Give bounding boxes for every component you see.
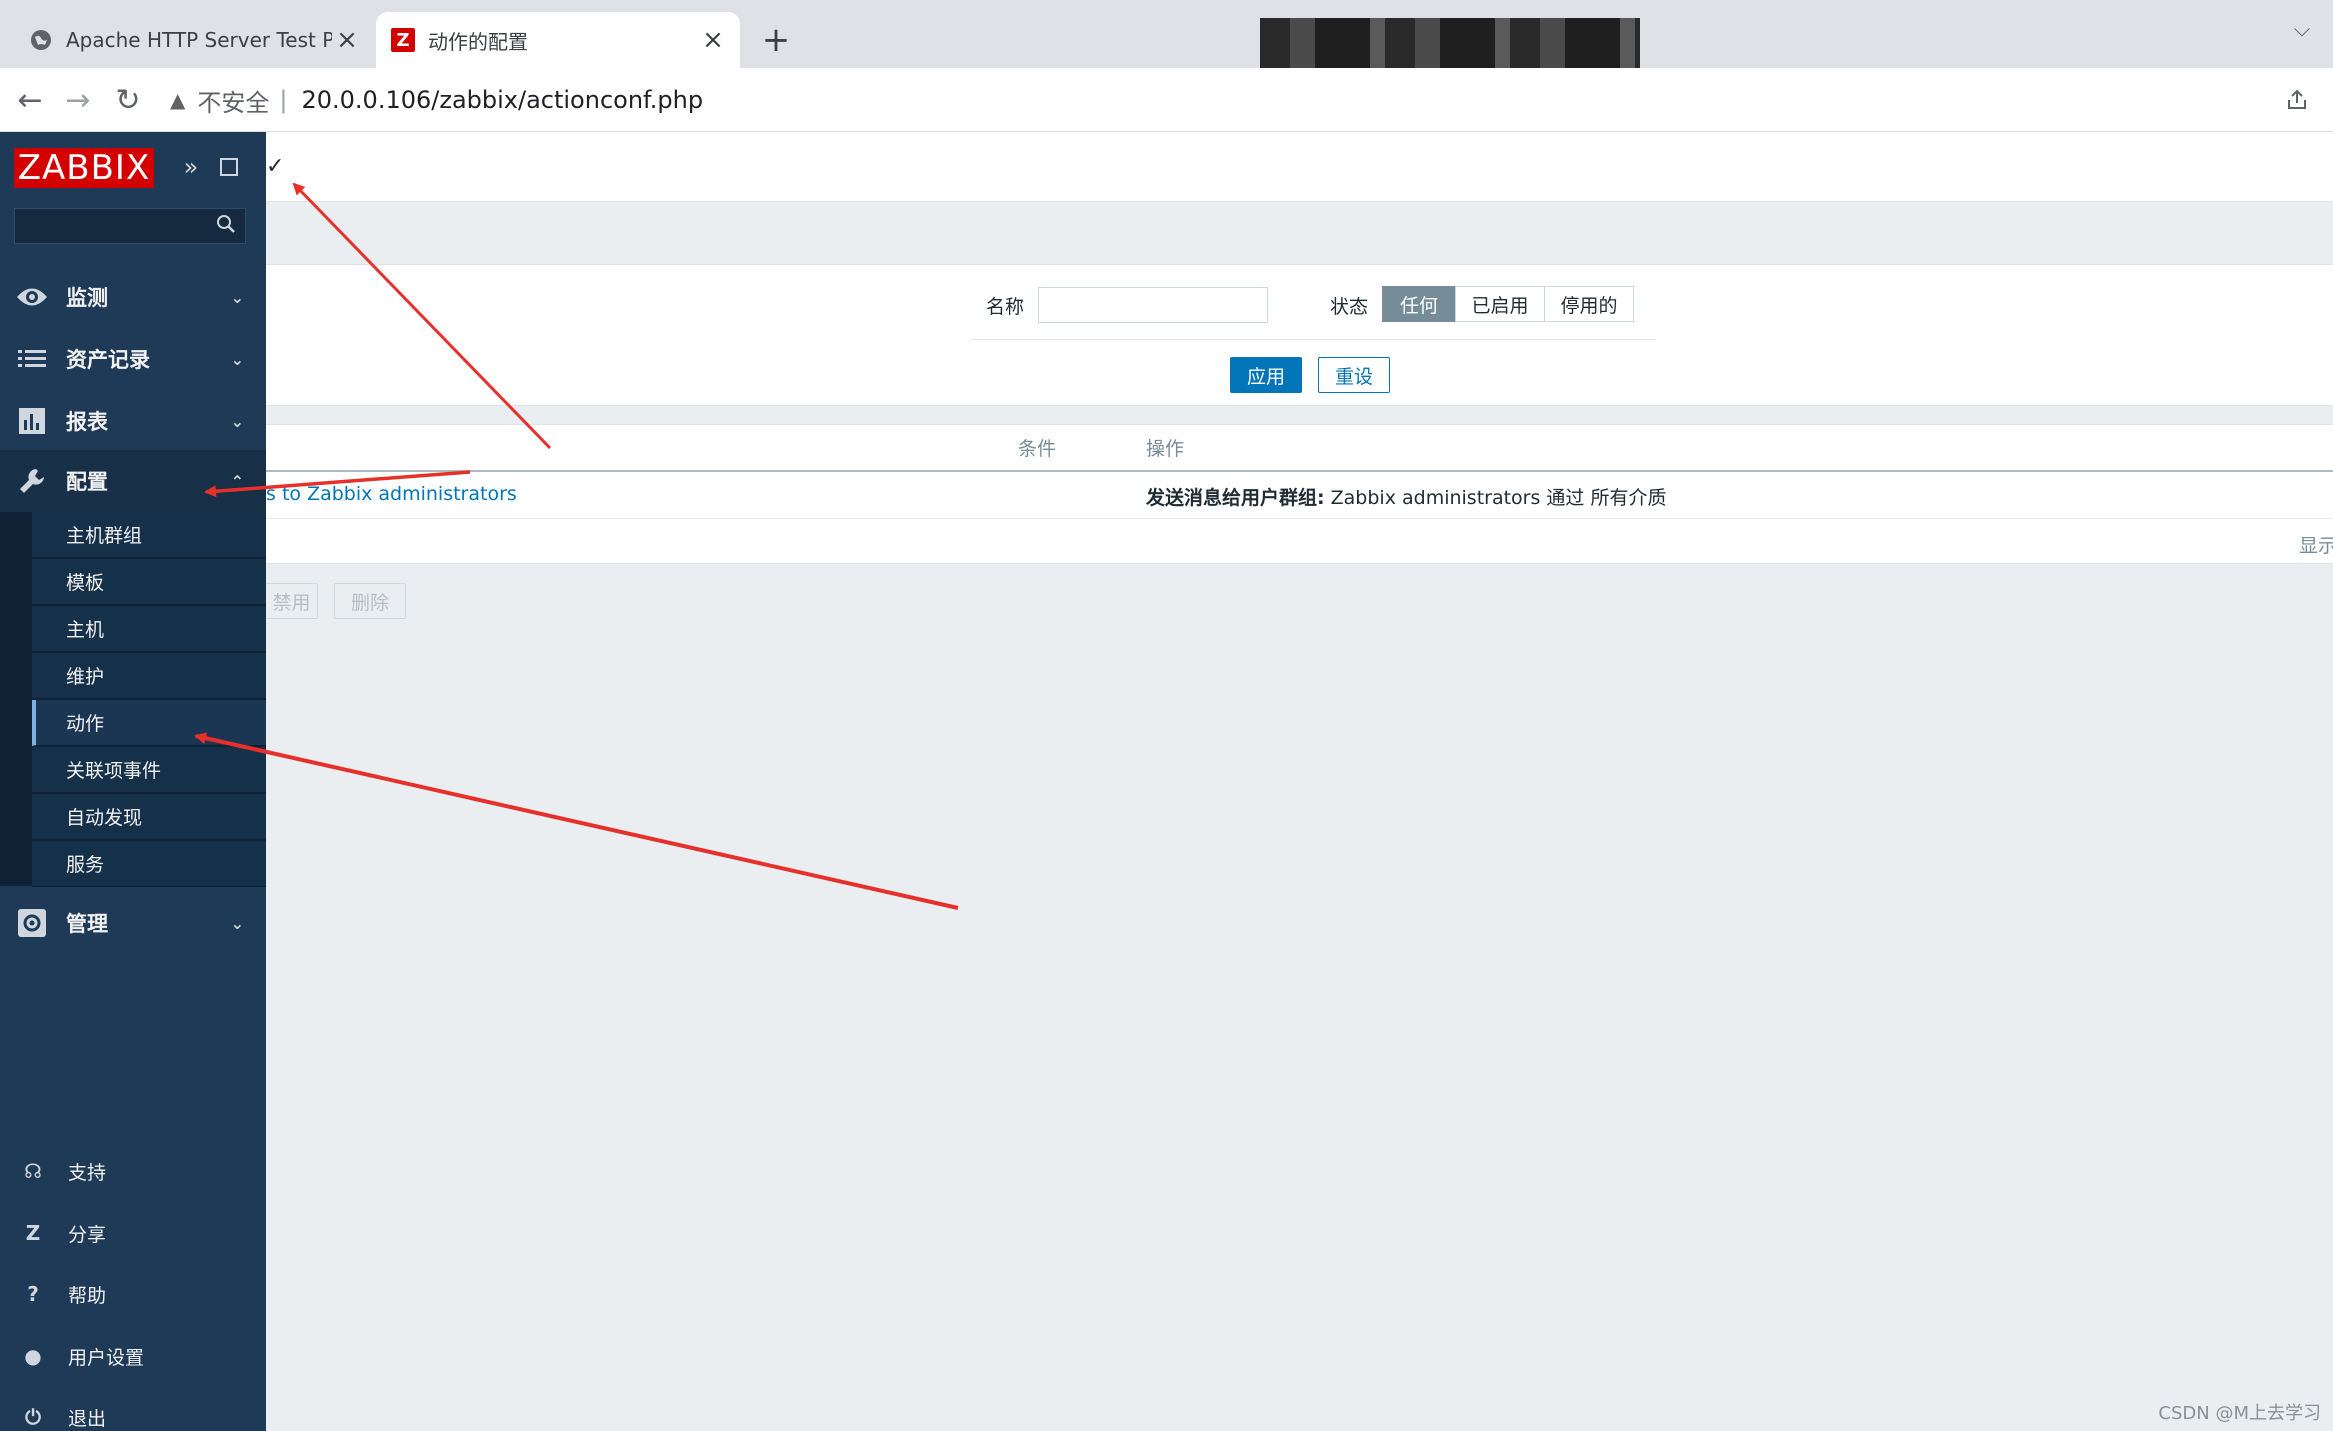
operations-label: 发送消息给用户群组:	[1146, 487, 1325, 509]
power-icon: ⏻	[25, 1405, 41, 1429]
collapse-sidebar-icon[interactable]: »	[176, 152, 206, 182]
menu-label: 监测	[66, 286, 108, 310]
action-operations-cell: 发送消息给用户群组: Zabbix administrators 通过 所有介质	[1146, 483, 1666, 510]
submenu-item-hosts[interactable]: 主机	[32, 606, 266, 652]
submenu-item-templates[interactable]: 模板	[32, 559, 266, 605]
filter-status-label: 状态	[1330, 296, 1369, 318]
menu-reports[interactable]: 报表 ⌄	[0, 390, 266, 452]
footer-signout[interactable]: ⏻ 退出	[0, 1392, 266, 1431]
menu-label: 报表	[66, 410, 108, 434]
bar-chart-icon	[16, 405, 48, 437]
menu-label: 配置	[66, 470, 108, 494]
display-count-text: 显示	[2299, 535, 2333, 557]
status-disabled-option[interactable]: 停用的	[1544, 286, 1634, 322]
gear-icon	[16, 907, 48, 939]
title-dropdown-icon[interactable]: ✓	[266, 154, 284, 179]
footer-label: 帮助	[68, 1284, 107, 1307]
close-tab-icon[interactable]: ×	[332, 25, 362, 55]
footer-label: 用户设置	[68, 1346, 145, 1369]
column-header-operations: 操作	[1146, 438, 1185, 460]
watermark: CSDN @M上去学习	[2158, 1403, 2321, 1424]
submenu-item-event-correlation[interactable]: 关联项事件	[32, 747, 266, 793]
table-row-divider	[266, 518, 2333, 519]
list-icon	[16, 343, 48, 375]
menu-label: 资产记录	[66, 348, 150, 372]
warning-icon: ▲	[170, 88, 186, 112]
filter-name-input[interactable]	[1038, 287, 1268, 323]
chevron-down-icon: ⌄	[230, 349, 244, 369]
filter-name-label: 名称	[986, 296, 1025, 318]
submenu-item-discovery[interactable]: 自动发现	[32, 794, 266, 840]
submenu-item-host-groups[interactable]: 主机群组	[32, 512, 266, 558]
headset-icon: ☊	[24, 1159, 42, 1183]
status-enabled-option[interactable]: 已启用	[1455, 286, 1545, 322]
share-z-icon: Z	[25, 1221, 41, 1245]
share-icon[interactable]	[2279, 82, 2315, 118]
apply-button[interactable]: 应用	[1230, 357, 1302, 393]
footer-label: 分享	[68, 1223, 107, 1246]
footer-share[interactable]: Z 分享	[0, 1208, 266, 1258]
tab-title: Apache HTTP Server Test Page	[66, 28, 332, 52]
chevron-down-icon: ⌄	[230, 287, 244, 307]
submenu-item-actions[interactable]: 动作	[32, 700, 266, 746]
menu-monitoring[interactable]: 监测 ⌄	[0, 266, 266, 328]
column-header-conditions[interactable]: 条件	[1018, 434, 1056, 461]
kiosk-mode-icon[interactable]	[214, 152, 244, 182]
menu-configuration[interactable]: 配置 ⌃	[0, 450, 266, 512]
tab-title: 动作的配置	[428, 29, 528, 54]
search-icon[interactable]	[215, 213, 237, 241]
address-bar[interactable]: ▲ 不安全 | 20.0.0.106/zabbix/actionconf.php	[170, 76, 2280, 124]
close-tab-icon[interactable]: ×	[698, 25, 728, 55]
browser-toolbar: ← → ↻ ▲ 不安全 | 20.0.0.106/zabbix/actionco…	[0, 68, 2333, 132]
menu-label: 管理	[66, 912, 108, 936]
sidebar-search-input[interactable]	[14, 208, 246, 244]
forward-icon[interactable]: →	[58, 80, 98, 120]
globe-icon	[28, 27, 54, 53]
page-header: ✓	[266, 132, 2333, 202]
zabbix-logo[interactable]: ZABBIX	[14, 148, 154, 188]
help-icon: ?	[27, 1282, 39, 1306]
submenu-item-services[interactable]: 服务	[32, 841, 266, 887]
chevron-down-icon: ⌄	[230, 411, 244, 431]
footer-label: 退出	[68, 1407, 107, 1430]
table-header-divider	[266, 470, 2333, 472]
tab-apache[interactable]: Apache HTTP Server Test Page ×	[14, 12, 374, 68]
back-icon[interactable]: ←	[10, 80, 50, 120]
wrench-icon	[16, 465, 48, 497]
action-name-link[interactable]: s to Zabbix administrators	[266, 483, 517, 505]
submenu-item-maintenance[interactable]: 维护	[32, 653, 266, 699]
footer-help[interactable]: ? 帮助	[0, 1269, 266, 1319]
tab-action-config[interactable]: Z 动作的配置 ×	[376, 12, 740, 68]
eye-icon	[16, 281, 48, 313]
zabbix-favicon-icon: Z	[390, 27, 416, 53]
menu-inventory[interactable]: 资产记录 ⌄	[0, 328, 266, 390]
new-tab-button[interactable]: +	[758, 20, 794, 60]
footer-label: 支持	[68, 1161, 107, 1184]
chevron-down-icon: ⌄	[230, 913, 244, 933]
reload-icon[interactable]: ↻	[108, 80, 148, 120]
main-content: ✓ 名称 状态 任何 已启用 停用的 应用 重设 条件 操作 s to Zabb…	[266, 132, 2333, 1431]
disable-button[interactable]: 禁用	[266, 583, 318, 619]
filter-divider	[972, 339, 1656, 340]
status-any-option[interactable]: 任何	[1382, 286, 1456, 322]
delete-button[interactable]: 删除	[334, 583, 406, 619]
security-label[interactable]: 不安全	[197, 83, 269, 118]
sidebar: ZABBIX » 监测 ⌄ 资产记录 ⌄ 报表 ⌄ 配置 ⌃ 主机群组 模板 主…	[0, 132, 266, 1431]
reset-button[interactable]: 重设	[1318, 357, 1390, 393]
footer-user-settings[interactable]: ● 用户设置	[0, 1331, 266, 1381]
menu-administration[interactable]: 管理 ⌄	[0, 892, 266, 954]
configuration-submenu: 主机群组 模板 主机 维护 动作 关联项事件 自动发现 服务	[0, 512, 266, 887]
chevron-up-icon: ⌃	[230, 471, 244, 491]
browser-tab-bar: Apache HTTP Server Test Page × Z 动作的配置 ×…	[0, 0, 2333, 80]
address-separator: |	[279, 86, 288, 114]
footer-support[interactable]: ☊ 支持	[0, 1146, 266, 1196]
tab-search-icon[interactable]: ⌵	[2287, 14, 2317, 44]
url-text[interactable]: 20.0.0.106/zabbix/actionconf.php	[301, 86, 703, 114]
user-icon: ●	[24, 1344, 42, 1368]
operations-text: Zabbix administrators 通过 所有介质	[1324, 487, 1667, 509]
